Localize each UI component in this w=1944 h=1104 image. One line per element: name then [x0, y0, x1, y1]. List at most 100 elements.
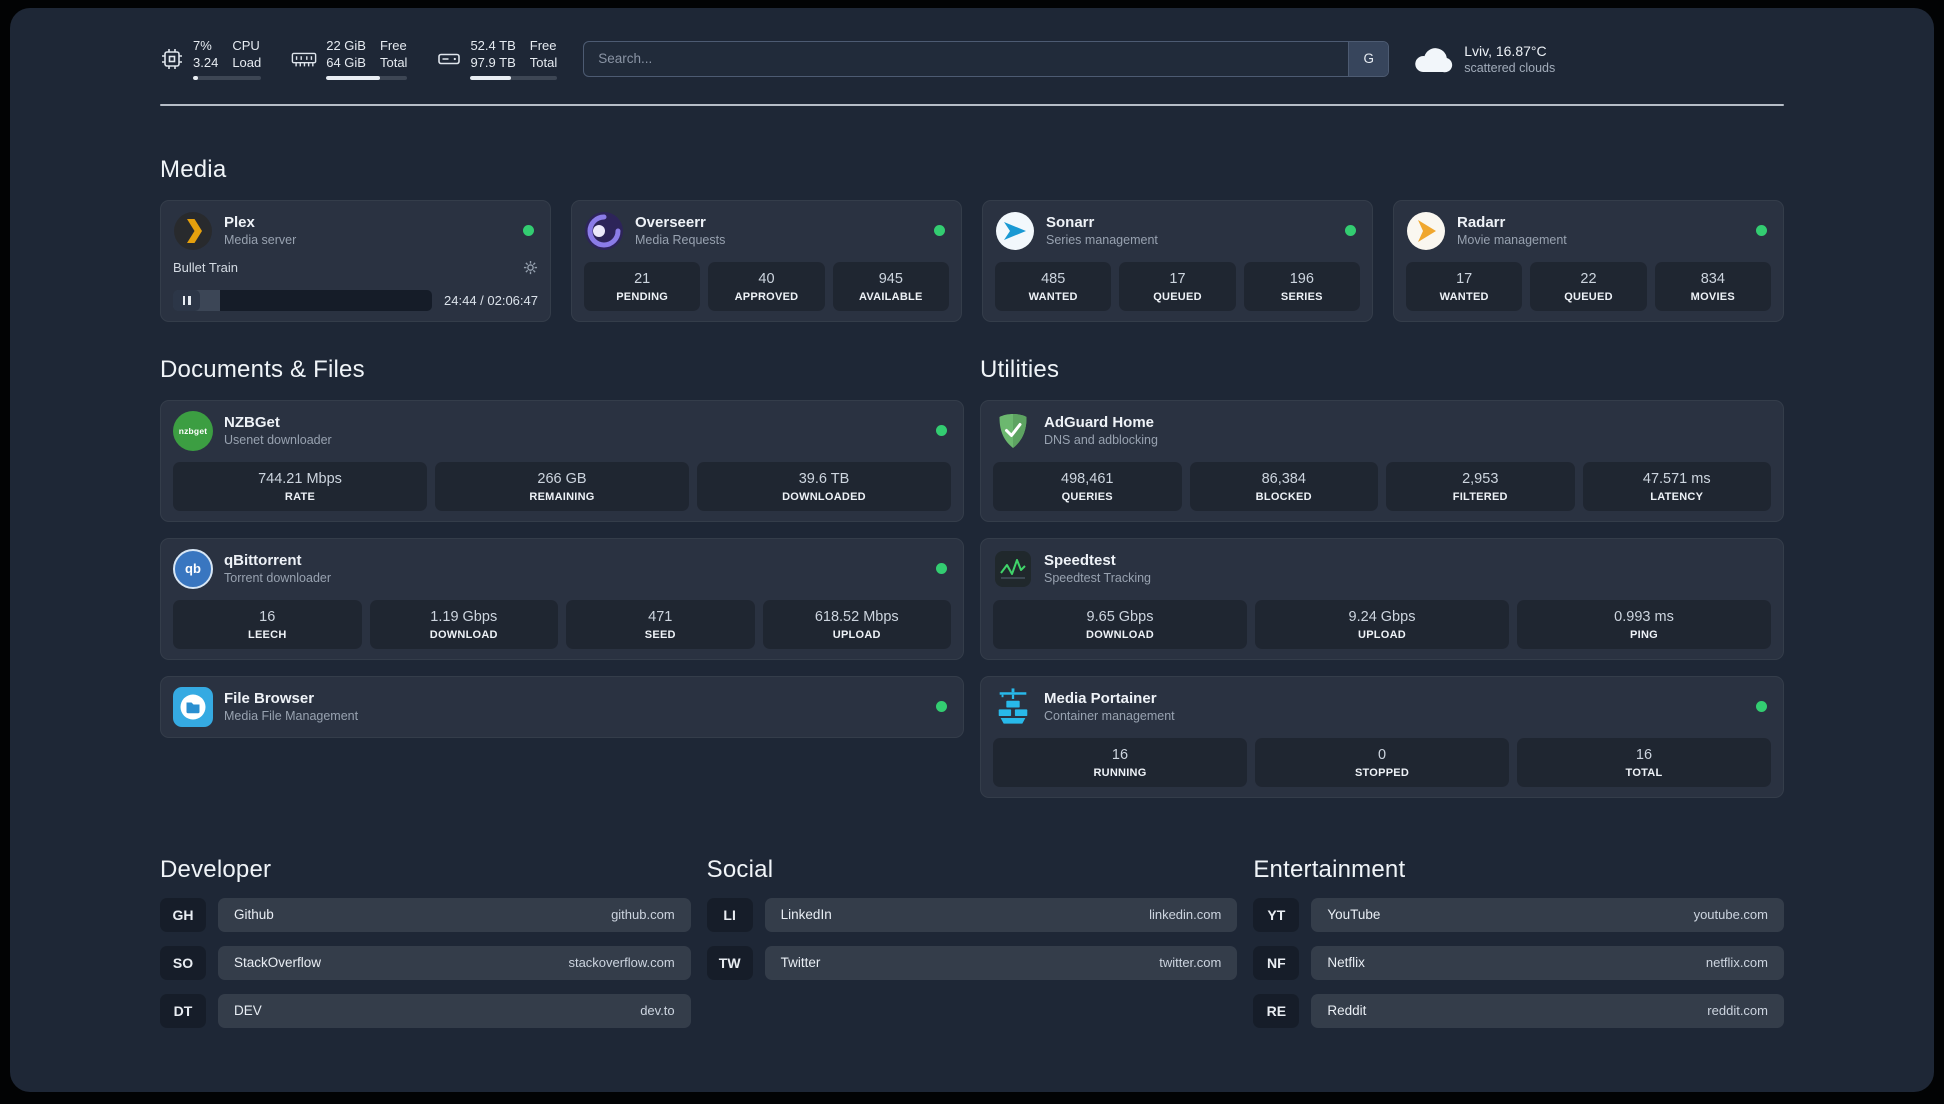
plex-now-playing: Bullet Train — [173, 260, 538, 275]
weather-widget: Lviv, 16.87°C scattered clouds — [1413, 43, 1555, 75]
bookmark-dev[interactable]: DT DEV dev.to — [160, 993, 691, 1028]
stat-wanted: 17 WANTED — [1406, 261, 1523, 311]
service-card-sonarr[interactable]: Sonarr Series management 485 WANTED 17 Q… — [982, 199, 1373, 322]
stat-ping: 0.993 ms PING — [1517, 599, 1771, 649]
service-name: Sonarr — [1046, 214, 1095, 232]
playback-time: 24:44 / 02:06:47 — [444, 292, 538, 308]
bookmark-group-developer: Developer GH Github github.com SO StackO… — [160, 856, 691, 1028]
service-description: Container management — [1044, 709, 1175, 724]
cpu-values: 7% 3.24 — [193, 38, 219, 70]
service-name: Speedtest — [1044, 552, 1116, 570]
stat-rate: 744.21 Mbps RATE — [173, 461, 427, 511]
bookmark-group-entertainment: Entertainment YT YouTube youtube.com NF … — [1253, 856, 1784, 1028]
stat-remaining: 266 GB REMAINING — [435, 461, 689, 511]
disk-widget: 52.4 TB 97.9 TB Free Total — [437, 38, 558, 80]
search-input[interactable] — [584, 41, 1349, 76]
section-title-media: Media — [160, 155, 227, 183]
pause-button[interactable] — [173, 289, 200, 311]
service-description: Usenet downloader — [224, 433, 332, 448]
status-dot — [1756, 701, 1767, 713]
service-card-plex[interactable]: Plex Media server Bullet Train 24:44 / 0… — [160, 199, 551, 322]
section-media: Media Plex Media server Bullet Train 24:… — [160, 156, 1784, 322]
section-documents-files: Documents & Files nzbget NZBGet Usenet d… — [160, 356, 964, 798]
disk-values: 52.4 TB 97.9 TB — [470, 38, 516, 70]
stat-total: 16 TOTAL — [1517, 737, 1771, 787]
bookmark-link[interactable]: Twitter twitter.com — [764, 945, 1238, 980]
bookmark-reddit[interactable]: RE Reddit reddit.com — [1253, 993, 1784, 1028]
stat-pending: 21 PENDING — [584, 261, 701, 311]
memory-progress-bar — [326, 75, 408, 80]
service-description: Speedtest Tracking — [1044, 571, 1152, 586]
search-bar: G — [583, 40, 1390, 77]
service-card-adguard[interactable]: AdGuard Home DNS and adblocking 498,461 … — [980, 399, 1784, 522]
service-card-qbittorrent[interactable]: qb qBittorrent Torrent downloader 16 LEE… — [160, 537, 964, 660]
service-card-radarr[interactable]: Radarr Movie management 17 WANTED 22 QUE… — [1393, 199, 1784, 322]
playback-progress-bar[interactable] — [173, 289, 433, 311]
bookmark-stackoverflow[interactable]: SO StackOverflow stackoverflow.com — [160, 945, 691, 980]
gear-icon[interactable] — [523, 260, 538, 275]
stat-downloaded: 39.6 TB DOWNLOADED — [697, 461, 951, 511]
stat-leech: 16 LEECH — [173, 599, 362, 649]
section-title-social: Social — [706, 855, 774, 883]
stat-queries: 498,461 QUERIES — [993, 461, 1182, 511]
now-playing-title: Bullet Train — [173, 259, 239, 275]
stat-queued: 22 QUEUED — [1530, 261, 1647, 311]
status-dot — [1345, 225, 1356, 237]
stat-download: 9.65 Gbps DOWNLOAD — [993, 599, 1247, 649]
bookmark-link[interactable]: LinkedIn linkedin.com — [764, 897, 1238, 932]
stat-series: 196 SERIES — [1243, 261, 1360, 311]
bookmark-abbr: DT — [160, 993, 206, 1028]
bookmark-link[interactable]: Github github.com — [218, 897, 691, 932]
bookmark-group-social: Social LI LinkedIn linkedin.com TW Twitt… — [706, 855, 1238, 1028]
bookmark-abbr: RE — [1253, 993, 1300, 1028]
bookmark-twitter[interactable]: TW Twitter twitter.com — [706, 945, 1238, 980]
cloud-icon — [1413, 45, 1453, 73]
stat-upload: 9.24 Gbps UPLOAD — [1255, 599, 1509, 649]
stat-download: 1.19 Gbps DOWNLOAD — [369, 599, 558, 649]
service-card-nzbget[interactable]: nzbget NZBGet Usenet downloader 744.21 M… — [160, 399, 964, 522]
cpu-widget: 7% 3.24 CPU Load — [160, 38, 262, 80]
overseerr-icon — [584, 211, 624, 251]
service-description: Media server — [224, 233, 297, 248]
bookmark-linkedin[interactable]: LI LinkedIn linkedin.com — [706, 897, 1238, 932]
stat-filtered: 2,953 FILTERED — [1386, 461, 1575, 511]
filebrowser-icon — [173, 686, 213, 727]
service-name: NZBGet — [224, 414, 280, 432]
bookmark-link[interactable]: DEV dev.to — [218, 993, 691, 1028]
bookmark-netflix[interactable]: NF Netflix netflix.com — [1253, 945, 1784, 980]
top-bar: 7% 3.24 CPU Load 22 GiB 64 GiB Free Tota… — [160, 38, 1784, 80]
cpu-labels: CPU Load — [232, 38, 262, 70]
service-description: DNS and adblocking — [1044, 433, 1158, 448]
service-name: qBittorrent — [224, 552, 302, 570]
stat-upload: 618.52 Mbps UPLOAD — [762, 599, 951, 649]
service-card-portainer[interactable]: Media Portainer Container management 16 … — [980, 675, 1784, 798]
search-provider-button[interactable]: G — [1348, 41, 1389, 76]
bookmark-abbr: YT — [1253, 897, 1300, 932]
disk-icon — [437, 47, 461, 71]
stat-running: 16 RUNNING — [993, 737, 1247, 787]
bookmark-abbr: GH — [160, 897, 206, 932]
qbittorrent-icon: qb — [173, 548, 213, 589]
adguard-shield-icon — [993, 411, 1033, 451]
memory-labels: Free Total — [379, 38, 408, 70]
bookmark-youtube[interactable]: YT YouTube youtube.com — [1253, 897, 1784, 932]
nzbget-icon: nzbget — [173, 410, 213, 451]
service-card-filebrowser[interactable]: File Browser Media File Management — [160, 675, 964, 738]
service-card-overseerr[interactable]: Overseerr Media Requests 21 PENDING 40 A… — [571, 199, 962, 322]
service-name: AdGuard Home — [1044, 414, 1155, 432]
cpu-icon — [160, 47, 184, 71]
weather-location: Lviv, 16.87°C — [1464, 42, 1547, 59]
stat-seed: 471 SEED — [566, 599, 755, 649]
bookmark-link[interactable]: Netflix netflix.com — [1311, 945, 1784, 980]
bookmark-abbr: NF — [1253, 945, 1300, 980]
service-card-speedtest[interactable]: Speedtest Speedtest Tracking 9.65 Gbps D… — [980, 537, 1784, 660]
bookmark-link[interactable]: StackOverflow stackoverflow.com — [218, 945, 691, 980]
bookmark-link[interactable]: Reddit reddit.com — [1311, 993, 1784, 1028]
service-description: Torrent downloader — [224, 571, 332, 586]
bookmark-github[interactable]: GH Github github.com — [160, 897, 691, 932]
status-dot — [936, 701, 947, 713]
bookmark-link[interactable]: YouTube youtube.com — [1311, 897, 1784, 932]
disk-progress-bar — [470, 75, 558, 80]
service-description: Movie management — [1457, 233, 1567, 248]
memory-icon — [291, 48, 317, 70]
